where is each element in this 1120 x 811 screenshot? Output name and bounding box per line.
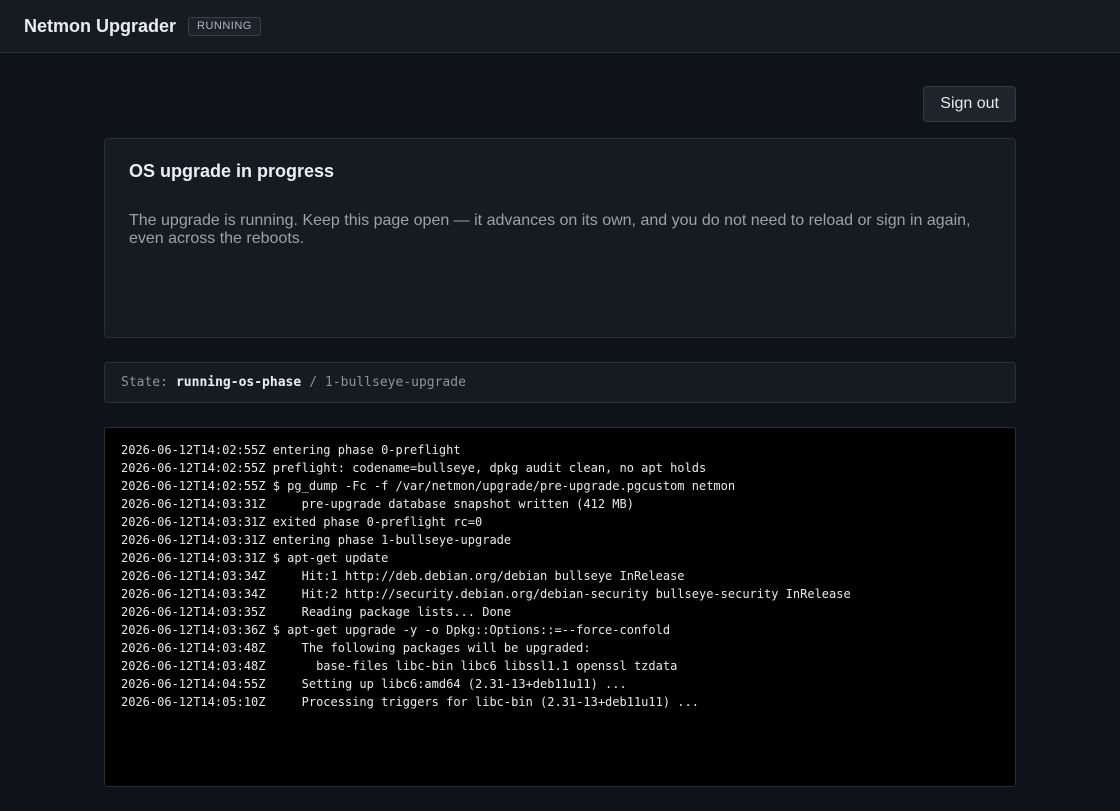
log-line: 2026-06-12T14:03:31Z $ apt-get update — [121, 551, 389, 565]
log-line: 2026-06-12T14:03:31Z exited phase 0-pref… — [121, 515, 483, 529]
log-line: 2026-06-12T14:03:35Z Reading package lis… — [121, 605, 512, 619]
log-line: 2026-06-12T14:03:48Z base-files libc-bin… — [121, 659, 678, 673]
state-bar: State: running-os-phase / 1-bullseye-upg… — [104, 362, 1016, 403]
state-separator: / — [309, 375, 318, 390]
log-line: 2026-06-12T14:03:34Z Hit:1 http://deb.de… — [121, 569, 685, 583]
log-line: 2026-06-12T14:02:55Z entering phase 0-pr… — [121, 443, 461, 457]
log-line: 2026-06-12T14:03:31Z pre-upgrade databas… — [121, 497, 634, 511]
state-label: State: — [121, 375, 168, 390]
card-description: The upgrade is running. Keep this page o… — [129, 212, 971, 247]
card-title: OS upgrade in progress — [129, 161, 335, 181]
app-header: Netmon Upgrader RUNNING — [0, 0, 1120, 53]
log-line: 2026-06-12T14:03:48Z The following packa… — [121, 641, 591, 655]
sign-out-button[interactable]: Sign out — [923, 86, 1016, 122]
actions-row: Sign out — [104, 54, 1016, 138]
log-line: 2026-06-12T14:03:36Z $ apt-get upgrade -… — [121, 623, 671, 637]
main-content: Sign out OS upgrade in progress The upgr… — [104, 54, 1016, 787]
status-badge: RUNNING — [188, 16, 261, 36]
state-value: running-os-phase — [175, 375, 302, 390]
app-title: Netmon Upgrader — [24, 15, 177, 36]
log-line: 2026-06-12T14:03:31Z entering phase 1-bu… — [121, 533, 512, 547]
upgrade-status-card: OS upgrade in progress The upgrade is ru… — [104, 138, 1016, 338]
state-phase: 1-bullseye-upgrade — [325, 375, 466, 390]
log-output[interactable]: 2026-06-12T14:02:55Z entering phase 0-pr… — [104, 427, 1016, 787]
log-line: 2026-06-12T14:04:55Z Setting up libc6:am… — [121, 677, 627, 691]
log-line: 2026-06-12T14:02:55Z $ pg_dump -Fc -f /v… — [121, 479, 736, 493]
log-line: 2026-06-12T14:03:34Z Hit:2 http://securi… — [121, 587, 851, 601]
log-line: 2026-06-12T14:05:10Z Processing triggers… — [121, 695, 699, 709]
log-line: 2026-06-12T14:02:55Z preflight: codename… — [121, 461, 707, 475]
